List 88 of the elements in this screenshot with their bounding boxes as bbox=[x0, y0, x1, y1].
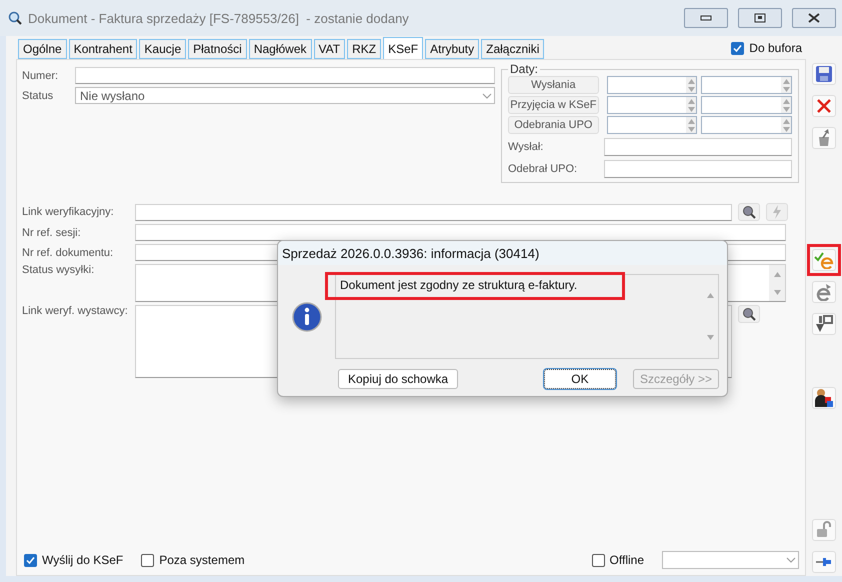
dialog-button[interactable]: Kopiuj do schowka bbox=[338, 369, 458, 389]
date-field[interactable] bbox=[606, 96, 698, 114]
time-field[interactable] bbox=[701, 96, 792, 114]
date-button[interactable]: Przyjęcia w KSeF bbox=[508, 96, 599, 114]
tab[interactable]: Ogólne bbox=[18, 39, 67, 59]
field-label: Wysłał: bbox=[508, 141, 544, 153]
up-arrow-icon[interactable] bbox=[782, 98, 790, 104]
search-button[interactable] bbox=[738, 305, 760, 323]
minimize-button[interactable] bbox=[684, 8, 728, 28]
search-icon bbox=[742, 205, 756, 219]
toolbar-button[interactable] bbox=[812, 313, 836, 335]
tab[interactable]: Płatności bbox=[188, 39, 247, 59]
up-arrow-icon[interactable] bbox=[774, 272, 780, 276]
tab[interactable]: Załączniki bbox=[481, 39, 544, 59]
checkbox[interactable]: Poza systemem bbox=[141, 553, 245, 567]
up-arrow-icon[interactable] bbox=[688, 98, 695, 104]
down-arrow-icon[interactable] bbox=[782, 126, 790, 132]
close-button[interactable] bbox=[792, 8, 836, 28]
close-icon bbox=[808, 13, 820, 23]
down-arrow-icon[interactable] bbox=[688, 86, 695, 92]
search-icon bbox=[8, 11, 22, 25]
field-label: Status wysyłki: bbox=[22, 264, 96, 276]
message-text: Dokument jest zgodny ze strukturą e-faktury. bbox=[328, 275, 622, 297]
field-label: Numer: bbox=[22, 70, 60, 82]
tab[interactable]: Atrybuty bbox=[425, 39, 480, 59]
minimize-icon bbox=[700, 15, 712, 21]
field-label: Status bbox=[22, 90, 54, 102]
close-icon bbox=[816, 98, 832, 114]
bin-arrow-icon bbox=[816, 129, 832, 147]
up-arrow-icon[interactable] bbox=[706, 293, 714, 298]
dialog-title: Sprzedaż 2026.0.0.3936: informacja (30414) bbox=[282, 246, 540, 260]
checkmark-icon bbox=[733, 44, 742, 52]
tab[interactable]: KSeF bbox=[383, 37, 424, 59]
down-arrow-icon[interactable] bbox=[774, 290, 780, 294]
input-field[interactable] bbox=[604, 160, 792, 178]
down-arrow-icon[interactable] bbox=[688, 126, 695, 132]
up-arrow-icon[interactable] bbox=[688, 118, 695, 124]
date-button[interactable]: Wysłania bbox=[508, 76, 599, 94]
tab[interactable]: Kaucje bbox=[139, 39, 186, 59]
tab[interactable]: VAT bbox=[314, 39, 346, 59]
field-label: Nr ref. sesji: bbox=[22, 226, 82, 238]
search-button[interactable] bbox=[738, 203, 760, 221]
checkbox[interactable]: Wyślij do KSeF bbox=[24, 553, 124, 567]
input-field[interactable] bbox=[75, 67, 495, 84]
date-field[interactable] bbox=[606, 116, 698, 134]
field-label: Link weryf. wystawcy: bbox=[22, 305, 129, 317]
checkbox[interactable]: Do bufora bbox=[731, 41, 802, 55]
window-title: Dokument - Faktura sprzedaży [FS-789553/26] - zostanie dodany bbox=[28, 10, 410, 26]
time-field[interactable] bbox=[701, 116, 792, 134]
input-field[interactable] bbox=[604, 138, 792, 156]
group-title: Daty: bbox=[508, 62, 540, 76]
lightning-button[interactable] bbox=[766, 203, 788, 221]
person-icon bbox=[814, 388, 834, 408]
checkmark-icon bbox=[26, 556, 35, 564]
field-label: Nr ref. dokumentu: bbox=[22, 246, 114, 258]
pin-icon bbox=[815, 555, 833, 569]
lightning-icon bbox=[771, 205, 783, 219]
tab[interactable]: RKZ bbox=[347, 39, 382, 59]
field-label: Link weryfikacyjny: bbox=[22, 206, 115, 218]
floppy-icon bbox=[815, 65, 833, 83]
date-field[interactable] bbox=[606, 76, 698, 94]
up-arrow-icon[interactable] bbox=[782, 78, 790, 84]
dialog-button[interactable]: OK bbox=[544, 369, 616, 389]
checkbox[interactable]: Offline bbox=[592, 553, 644, 567]
status-dropdown[interactable]: Nie wysłano bbox=[75, 87, 495, 104]
input-field[interactable] bbox=[135, 204, 732, 220]
tab[interactable]: Nagłówek bbox=[248, 39, 312, 59]
down-arrow-icon[interactable] bbox=[782, 86, 790, 92]
info-icon bbox=[292, 302, 322, 332]
date-button[interactable]: Odebrania UPO bbox=[508, 116, 599, 134]
offline-dropdown[interactable] bbox=[662, 551, 799, 569]
down-arrow-icon[interactable] bbox=[706, 334, 714, 340]
field-label: Odebrał UPO: bbox=[508, 163, 578, 175]
e-refresh-icon bbox=[815, 283, 833, 301]
unlocked-padlock-icon bbox=[815, 521, 833, 539]
maximize-button[interactable] bbox=[738, 8, 782, 28]
up-arrow-icon[interactable] bbox=[688, 78, 695, 84]
time-field[interactable] bbox=[701, 76, 792, 94]
down-arrow-icon[interactable] bbox=[688, 106, 695, 112]
restore-icon bbox=[754, 13, 766, 23]
input-field[interactable] bbox=[135, 224, 786, 241]
download-arrow-icon bbox=[814, 315, 834, 333]
toolbar-button[interactable] bbox=[812, 387, 836, 409]
search-icon bbox=[742, 307, 756, 321]
tab[interactable]: Kontrahent bbox=[68, 39, 138, 59]
check-e-icon bbox=[814, 251, 834, 269]
up-arrow-icon[interactable] bbox=[782, 118, 790, 124]
down-arrow-icon[interactable] bbox=[782, 106, 790, 112]
